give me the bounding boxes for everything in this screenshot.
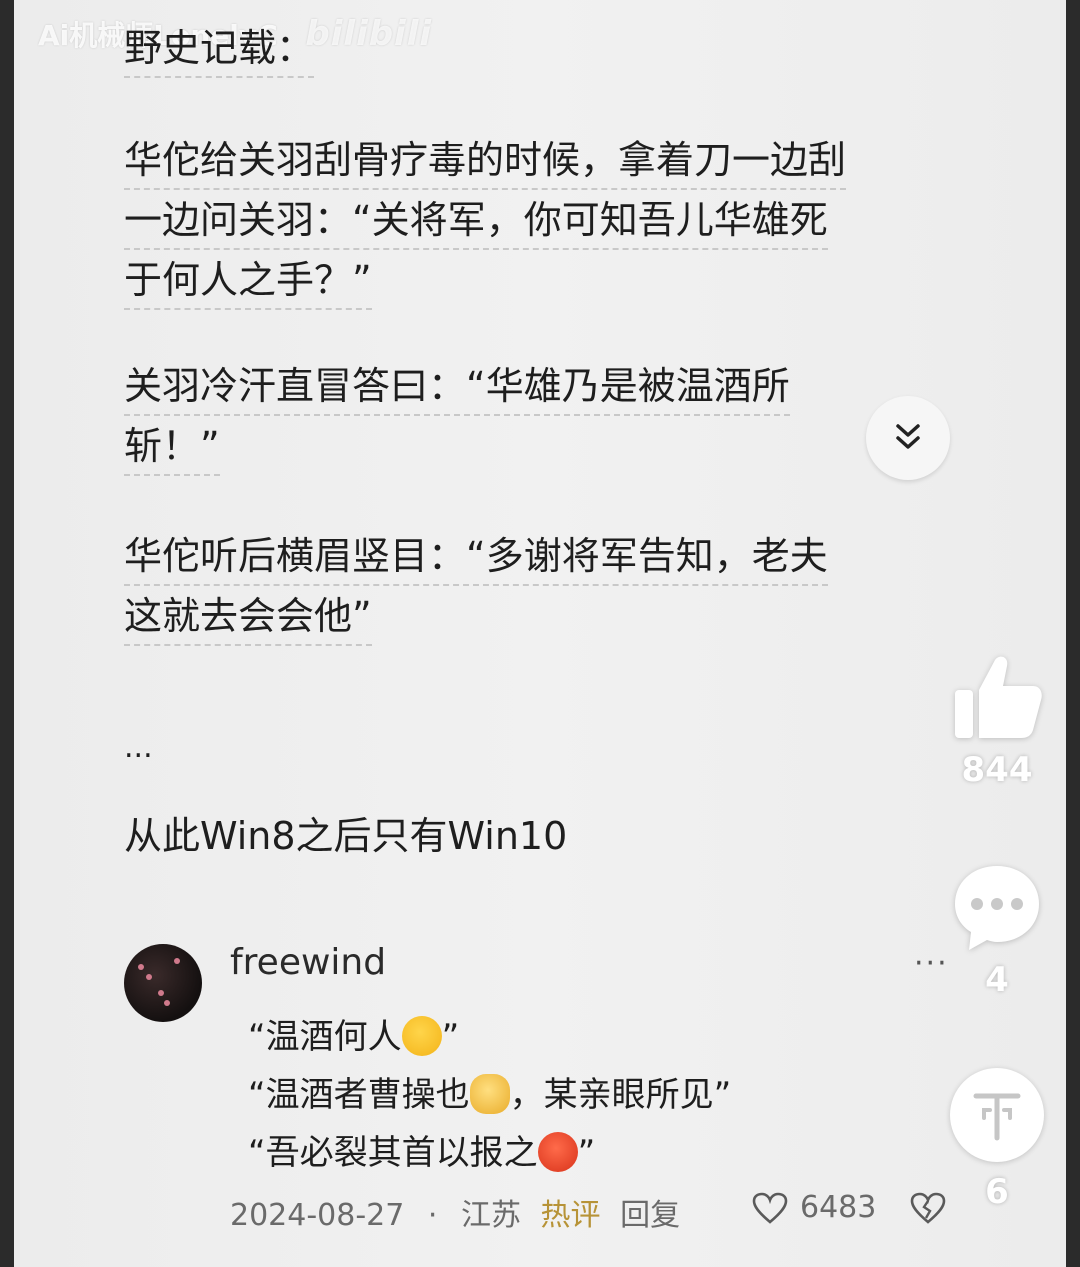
comment-username[interactable]: freewind <box>230 942 386 983</box>
like-count: 844 <box>961 750 1033 790</box>
thumbs-up-icon <box>955 656 1042 738</box>
post-line: 华佗给关羽刮骨疗毒的时候，拿着刀一边刮 <box>124 132 847 190</box>
post-line: 从此Win8之后只有Win10 <box>124 814 568 858</box>
post-paragraph: 关羽冷汗直冒答曰：“华雄乃是被温酒所 斩！” <box>124 356 790 476</box>
comment-action[interactable]: 4 <box>942 860 1052 1000</box>
comment-line-tail: ” <box>577 1133 596 1173</box>
comment-line-text: “温酒者曹操也 <box>248 1075 470 1115</box>
left-edge <box>0 0 14 1267</box>
post-paragraph: 华佗给关羽刮骨疗毒的时候，拿着刀一边刮 一边问关羽：“关将军，你可知吾儿华雄死 … <box>124 130 847 310</box>
angry-face-icon <box>537 1131 578 1172</box>
post-line: 关羽冷汗直冒答曰：“华雄乃是被温酒所 <box>124 358 790 416</box>
dislike-button[interactable] <box>910 1192 946 1228</box>
post-line: 于何人之手？” <box>124 252 372 310</box>
share-count: 6 <box>985 1172 1009 1212</box>
right-edge <box>1066 0 1080 1267</box>
like-action[interactable]: 844 <box>942 650 1052 790</box>
comment-line-tail: ，某亲眼所见” <box>509 1075 732 1115</box>
comment-bubble-icon <box>955 866 1039 950</box>
cat-face-icon <box>469 1073 510 1114</box>
comment-date: 2024-08-27 <box>230 1198 405 1233</box>
collapse-button[interactable] <box>866 396 950 480</box>
post-paragraph: 野史记载： <box>124 18 315 78</box>
comment-line-tail: ” <box>441 1017 460 1057</box>
post-paragraph: 华佗听后横眉竖目：“多谢将军告知，老夫 这就去会会他” <box>124 526 828 646</box>
comment-line: “吾必裂其首以报之 ” <box>248 1124 731 1182</box>
comment-line: “温酒何人 ” <box>248 1008 731 1066</box>
post-line: 这就去会会他” <box>124 588 372 646</box>
post-line: 华佗听后横眉竖目：“多谢将军告知，老夫 <box>124 528 828 586</box>
post-paragraph: 从此Win8之后只有Win10 <box>124 806 567 866</box>
watermark-site: bilibili <box>305 14 433 54</box>
comment-count: 4 <box>985 960 1009 1000</box>
post-line: 斩！” <box>124 418 220 476</box>
comment-line-text: “吾必裂其首以报之 <box>248 1133 538 1173</box>
comment-line: “温酒者曹操也 ，某亲眼所见” <box>248 1066 731 1124</box>
comment-like-button[interactable]: 6483 <box>752 1190 876 1225</box>
avatar[interactable] <box>124 944 202 1022</box>
broken-heart-icon <box>910 1192 946 1224</box>
post-ellipsis: ... <box>124 730 153 765</box>
share-button[interactable] <box>950 1068 1044 1162</box>
comment-like-count: 6483 <box>800 1190 877 1225</box>
thinking-face-icon <box>401 1015 442 1056</box>
double-chevron-down-icon <box>896 424 920 449</box>
comment-line-text: “温酒何人 <box>248 1017 402 1057</box>
comment-location: 江苏 <box>461 1198 521 1233</box>
hot-comment-badge: 热评 <box>540 1198 601 1233</box>
meta-separator: · <box>427 1198 438 1233</box>
share-icon <box>973 1093 1021 1141</box>
share-action[interactable]: 6 <box>942 1068 1052 1212</box>
comment-meta: 2024-08-27 · 江苏 热评 回复 <box>230 1190 680 1234</box>
post-line: 一边问关羽：“关将军，你可知吾儿华雄死 <box>124 192 828 250</box>
post-line: 野史记载： <box>124 20 315 78</box>
reply-button[interactable]: 回复 <box>620 1198 680 1233</box>
comment-text: “温酒何人 ” “温酒者曹操也 ，某亲眼所见” “吾必裂其首以报之 ” <box>248 1008 731 1182</box>
heart-icon <box>752 1192 788 1224</box>
